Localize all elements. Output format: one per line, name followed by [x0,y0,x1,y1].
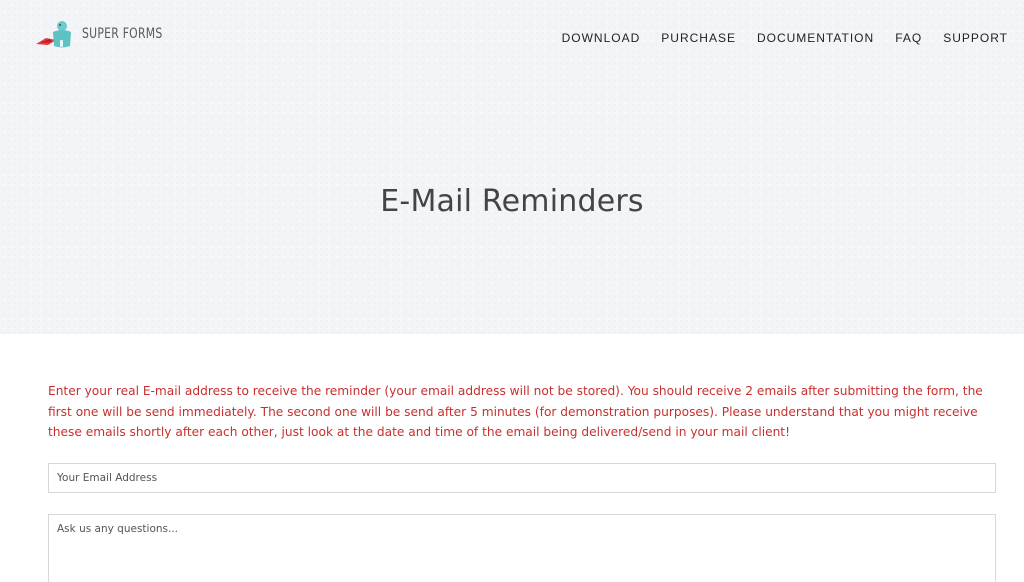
main-nav: DOWNLOAD PURCHASE DOCUMENTATION FAQ SUPP… [541,30,1008,46]
reminder-notice: Enter your real E-mail address to receiv… [48,384,983,439]
nav-item-download[interactable]: DOWNLOAD [562,30,641,46]
brand-name: SUPER FORMS [82,26,163,42]
nav-item-documentation[interactable]: DOCUMENTATION [757,30,874,46]
hero-banner: SUPER FORMS DOWNLOAD PURCHASE DOCUMENTAT… [0,0,1024,334]
nav-item-purchase[interactable]: PURCHASE [661,30,736,46]
page-title: E-Mail Reminders [380,184,644,219]
superhero-mascot-icon [36,18,76,50]
questions-textarea[interactable] [48,514,996,582]
email-field[interactable] [48,463,996,493]
site-logo[interactable]: SUPER FORMS [36,18,176,50]
nav-item-faq[interactable]: FAQ [895,30,922,46]
nav-item-support[interactable]: SUPPORT [943,30,1008,46]
